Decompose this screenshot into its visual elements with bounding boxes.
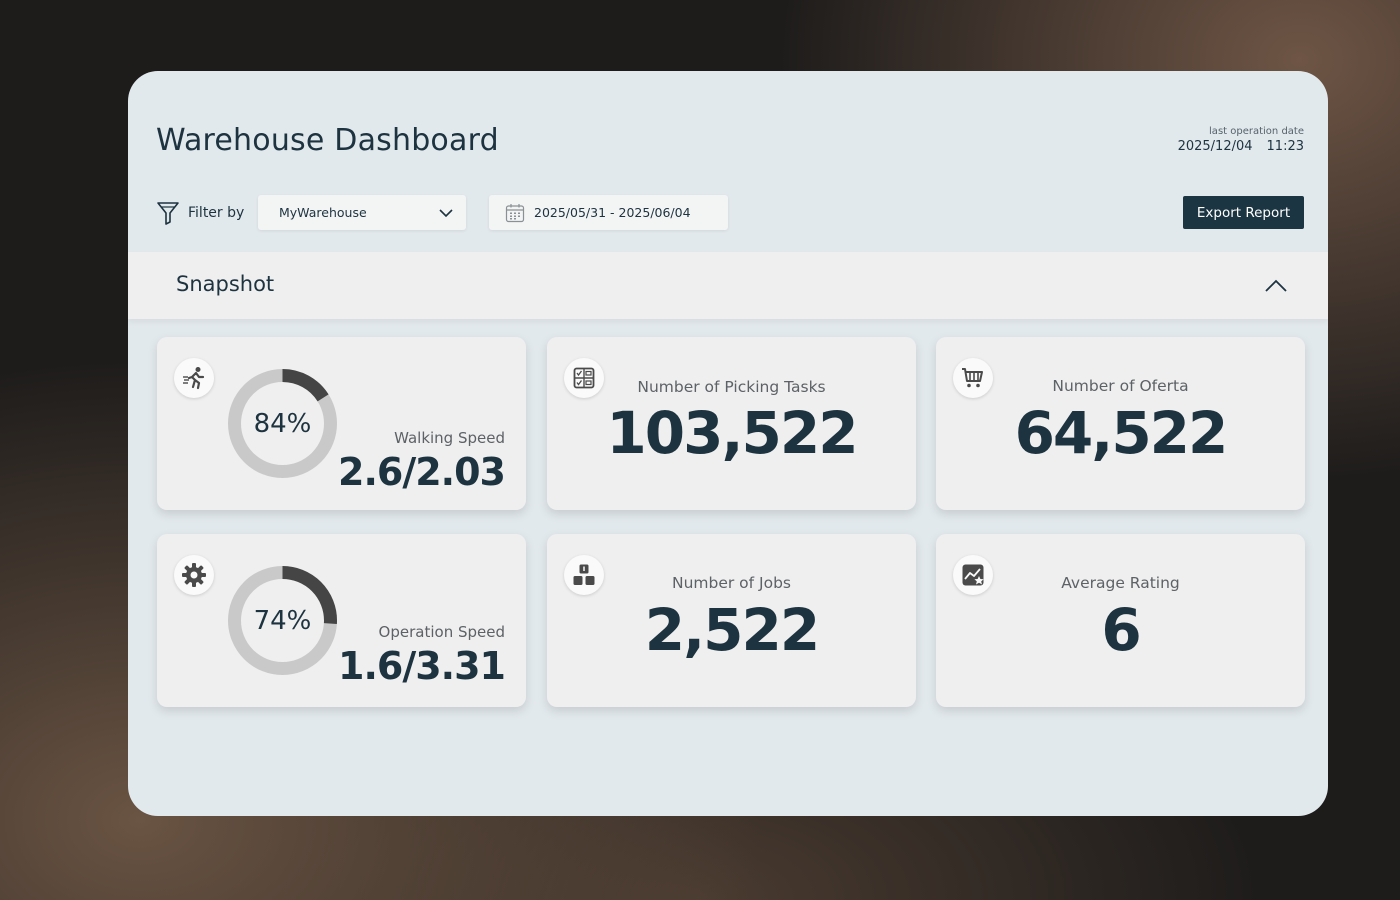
oferta-label: Number of Oferta xyxy=(1052,377,1189,395)
export-report-button[interactable]: Export Report xyxy=(1183,196,1304,229)
filter-icon xyxy=(157,202,179,225)
running-person-icon xyxy=(174,358,214,398)
picking-tasks-value: 103,522 xyxy=(606,399,858,467)
oferta-value: 64,522 xyxy=(1014,399,1229,467)
calendar-icon xyxy=(505,203,525,222)
operation-speed-percent: 74% xyxy=(253,605,312,636)
chevron-down-icon xyxy=(439,208,453,217)
page-title: Warehouse Dashboard xyxy=(156,123,499,158)
operation-speed-value: 1.6/3.31 xyxy=(338,644,506,688)
average-rating-card: Average Rating 6 xyxy=(936,534,1305,707)
oferta-card: Number of Oferta 64,522 xyxy=(936,337,1305,510)
walking-speed-percent: 84% xyxy=(253,408,312,439)
filter-by: Filter by xyxy=(156,199,244,227)
jobs-value: 2,522 xyxy=(644,596,820,664)
operation-speed-label: Operation Speed xyxy=(378,623,505,641)
jobs-card: Number of Jobs 2,522 xyxy=(547,534,916,707)
last-operation-time: 11:23 xyxy=(1266,139,1304,154)
dashboard-panel: Warehouse Dashboard last operation date … xyxy=(128,71,1328,816)
picking-tasks-label: Number of Picking Tasks xyxy=(637,378,826,396)
jobs-label: Number of Jobs xyxy=(671,574,792,592)
snapshot-title: Snapshot xyxy=(176,272,275,296)
chevron-up-icon[interactable] xyxy=(1264,274,1288,298)
walking-speed-label: Walking Speed xyxy=(394,429,505,447)
last-operation-date: 2025/12/04 xyxy=(1177,139,1253,154)
walking-speed-value: 2.6/2.03 xyxy=(338,450,506,494)
date-range-picker[interactable]: 2025/05/31 - 2025/06/04 xyxy=(489,195,728,230)
snapshot-header[interactable]: Snapshot xyxy=(128,252,1328,319)
last-operation-datetime: 2025/12/04 11:23 xyxy=(1178,139,1304,154)
average-rating-value: 6 xyxy=(1101,596,1141,664)
warehouse-select[interactable]: MyWarehouse xyxy=(258,195,466,230)
date-range-value: 2025/05/31 - 2025/06/04 xyxy=(534,205,691,220)
operation-speed-card: 74% Operation Speed 1.6/3.31 xyxy=(157,534,526,707)
gear-icon xyxy=(174,555,214,595)
last-operation-info: last operation date 2025/12/04 11:23 xyxy=(1178,126,1304,154)
warehouse-select-value: MyWarehouse xyxy=(279,205,367,220)
picking-tasks-card: Number of Picking Tasks 103,522 xyxy=(547,337,916,510)
average-rating-label: Average Rating xyxy=(1061,574,1180,592)
walking-speed-card: 84% Walking Speed 2.6/2.03 xyxy=(157,337,526,510)
filter-by-label: Filter by xyxy=(188,205,245,221)
last-operation-label: last operation date xyxy=(1209,126,1304,137)
